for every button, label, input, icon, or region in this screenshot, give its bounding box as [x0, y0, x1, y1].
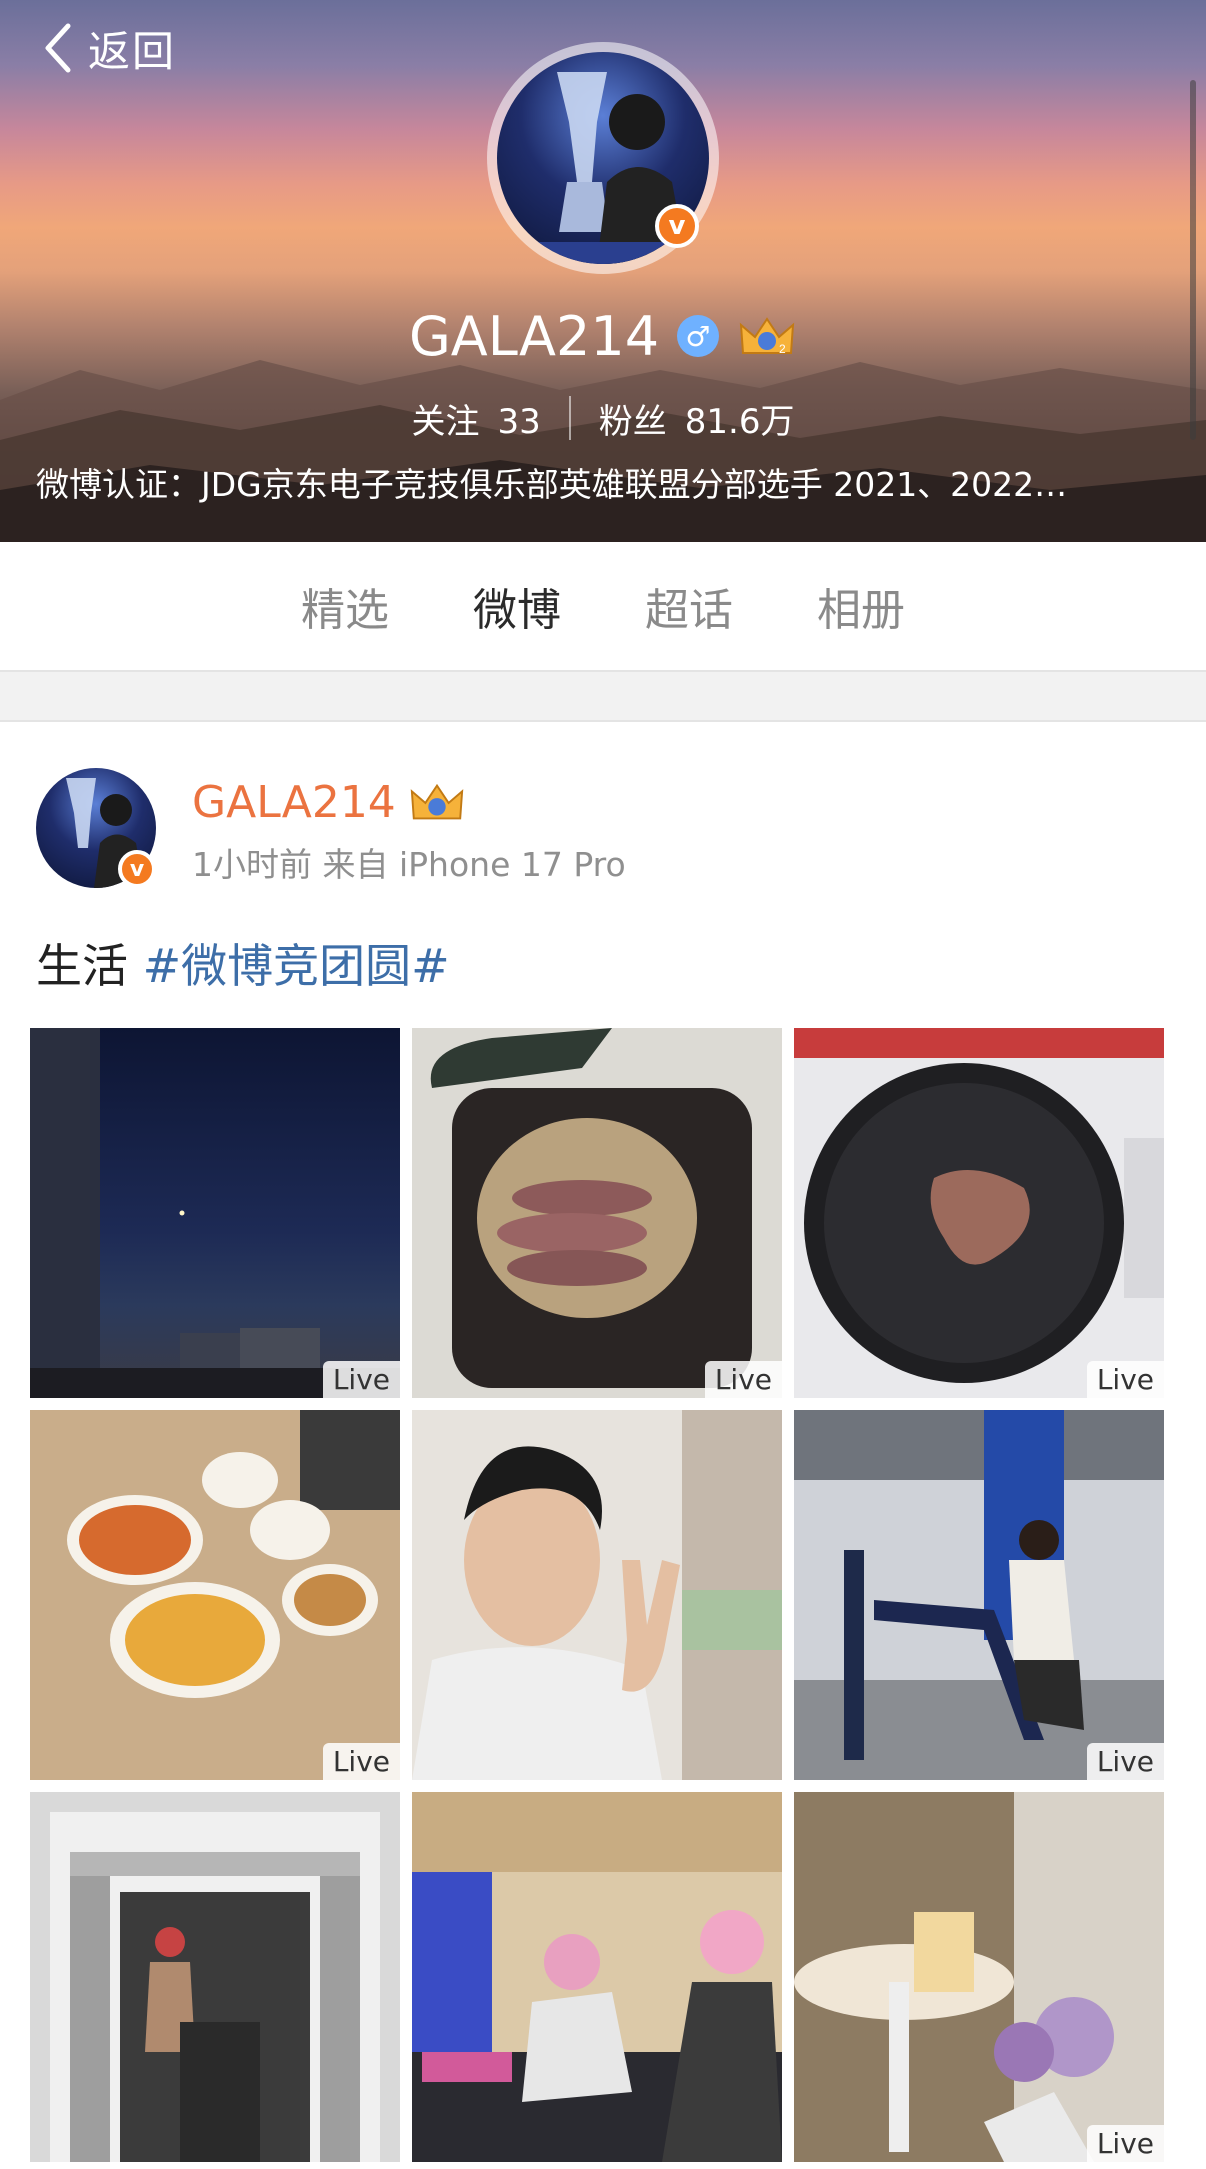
- profile-stats: 关注 33 粉丝 81.6万: [0, 390, 1206, 446]
- stats-divider: [568, 396, 571, 440]
- tab-featured[interactable]: 精选: [301, 574, 389, 638]
- chevron-left-icon: [45, 23, 71, 73]
- photo-pan-steak: [794, 1028, 1164, 1383]
- photo-8[interactable]: [412, 1792, 782, 2162]
- tab-weibo[interactable]: 微博: [473, 574, 561, 638]
- post-author-name[interactable]: GALA214: [192, 777, 396, 828]
- post-meta: 1小时前 来自 iPhone 17 Pro: [192, 845, 626, 884]
- photo-6[interactable]: Live: [794, 1410, 1164, 1780]
- photo-air-fryer: [430, 1028, 752, 1388]
- photo-gaming-room: [412, 1792, 782, 2162]
- photo-3[interactable]: Live: [794, 1028, 1164, 1398]
- photo-7[interactable]: [30, 1792, 400, 2162]
- crown-level-icon[interactable]: [408, 779, 466, 825]
- profile-name-row: GALA214 ♂ 2: [0, 298, 1206, 374]
- post-author-row: GALA214: [192, 772, 466, 832]
- photo-9[interactable]: Live: [794, 1792, 1164, 2162]
- photo-1[interactable]: Live: [30, 1028, 400, 1398]
- tab-album[interactable]: 相册: [817, 574, 905, 638]
- photo-selfie: [412, 1410, 782, 1780]
- photo-5[interactable]: [412, 1410, 782, 1780]
- photo-room-flowers: [794, 1792, 1164, 2162]
- photo-noodle-bowls: [67, 1410, 400, 1698]
- photo-4[interactable]: Live: [30, 1410, 400, 1780]
- post-body: 生活: [36, 939, 143, 993]
- live-badge: Live: [322, 1361, 400, 1398]
- verified-badge: v: [655, 204, 699, 248]
- male-gender-icon: ♂: [677, 315, 720, 357]
- profile-username: GALA214: [408, 304, 660, 368]
- scrollbar[interactable]: [1190, 80, 1196, 440]
- photo-gym-machine: [794, 1410, 1164, 1780]
- following-stat[interactable]: 关注 33: [412, 394, 541, 443]
- crown-level-icon[interactable]: 2: [737, 313, 797, 359]
- profile-avatar[interactable]: v: [487, 42, 719, 274]
- post-author-avatar[interactable]: v: [36, 768, 156, 888]
- live-badge: Live: [1086, 1743, 1164, 1780]
- live-badge: Live: [1086, 2125, 1164, 2162]
- photo-gym-mirror: [50, 1812, 380, 2162]
- back-label: 返回: [88, 26, 177, 76]
- post-verified-badge: v: [118, 850, 156, 888]
- photo-night-sky: [30, 1028, 400, 1398]
- live-badge: Live: [1086, 1361, 1164, 1398]
- followers-stat[interactable]: 粉丝 81.6万: [599, 394, 795, 443]
- live-badge: Live: [704, 1361, 782, 1398]
- profile-tabs: 精选 微博 超话 相册: [0, 542, 1206, 670]
- back-button[interactable]: 返回: [40, 18, 176, 78]
- profile-banner: 返回 v GALA214 ♂ 2 关注 33 粉丝 81.6万 微博认证：JDG…: [0, 0, 1206, 542]
- section-divider: [0, 670, 1206, 722]
- verification-text[interactable]: 微博认证：JDG京东电子竞技俱乐部英雄联盟分部选手 2021、2022…: [36, 458, 1166, 506]
- photo-grid: Live Live Live Live Live Live: [30, 1028, 1164, 2169]
- tab-supertopic[interactable]: 超话: [645, 574, 733, 638]
- svg-text:2: 2: [779, 342, 786, 356]
- post-text: 生活 #微博竞团圆#: [36, 930, 450, 996]
- live-badge: Live: [322, 1743, 400, 1780]
- photo-2[interactable]: Live: [412, 1028, 782, 1398]
- post-hashtag[interactable]: #微博竞团圆#: [143, 939, 450, 993]
